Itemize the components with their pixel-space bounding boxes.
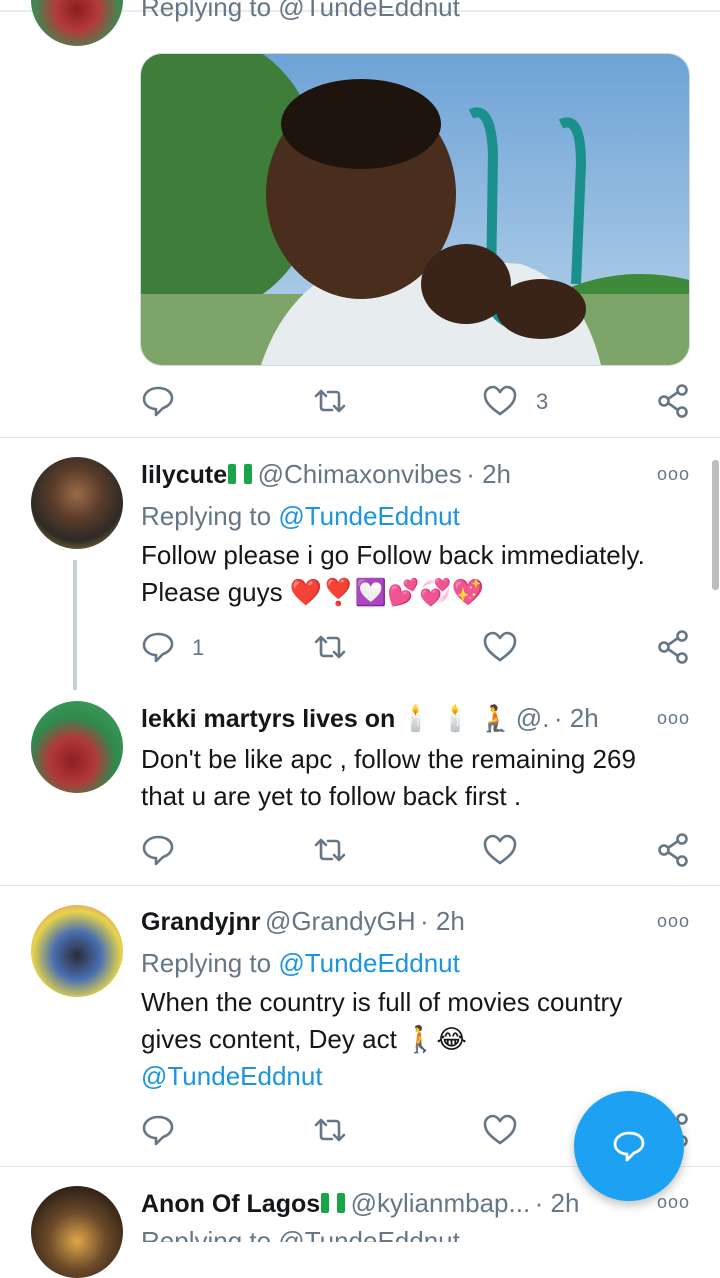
replying-prefix: Replying to <box>141 501 279 531</box>
tweet-header: lekki martyrs lives on 🕯️ 🕯️ 🧎 @. · 2h <box>141 703 599 734</box>
tweet-media-image[interactable] <box>140 53 690 366</box>
tweet-text: Follow please i go Follow back immediate… <box>141 537 701 611</box>
tweet-text-line: that u are yet to follow back first . <box>141 781 522 811</box>
replying-to-text[interactable]: Replying to @TundeEddnut <box>141 0 460 23</box>
more-icon[interactable]: ooo <box>657 464 690 485</box>
tweet-text: When the country is full of movies count… <box>141 984 701 1095</box>
share-icon[interactable] <box>655 832 691 868</box>
display-name[interactable]: Grandyjnr <box>141 908 260 936</box>
divider <box>0 885 720 886</box>
replying-to-text: Replying to @TundeEddnut <box>141 1226 460 1242</box>
compose-reply-icon <box>613 1131 645 1162</box>
scrollbar-thumb[interactable] <box>712 460 719 590</box>
nigeria-flag-icon <box>320 1192 346 1214</box>
retweet-icon[interactable] <box>312 832 348 868</box>
like-icon[interactable] <box>482 832 518 868</box>
user-handle[interactable]: @Chimaxonvibes <box>258 459 462 489</box>
tweet-time: · 2h <box>553 703 599 733</box>
retweet-icon[interactable] <box>312 383 348 419</box>
avatar[interactable] <box>31 701 123 793</box>
retweet-icon[interactable] <box>312 1112 348 1148</box>
tweet-header: Anon Of Lagos @kylianmbap... · 2h <box>141 1188 579 1219</box>
user-handle[interactable]: @. <box>516 703 550 733</box>
tweet-text-line: Please guys ❤️❣️💟💕💞💖 <box>141 577 485 607</box>
like-icon[interactable] <box>482 1112 518 1148</box>
display-name[interactable]: lekki martyrs lives on <box>141 705 395 733</box>
user-handle[interactable]: @GrandyGH <box>265 906 416 936</box>
tweet-text-line: When the country is full of movies count… <box>141 987 623 1017</box>
tweet-time: · 2h <box>534 1188 580 1218</box>
thread-line <box>73 560 77 690</box>
avatar[interactable] <box>31 1186 123 1278</box>
like-icon[interactable] <box>482 383 518 419</box>
reply-icon[interactable] <box>140 1112 176 1148</box>
user-handle[interactable]: @kylianmbap... <box>351 1188 531 1218</box>
mention-link[interactable]: @TundeEddnut <box>141 1058 701 1095</box>
replying-prefix: Replying to <box>141 948 279 978</box>
retweet-icon[interactable] <box>312 629 348 665</box>
avatar[interactable] <box>31 0 123 46</box>
more-icon[interactable]: ooo <box>657 708 690 729</box>
reply-icon[interactable] <box>140 383 176 419</box>
reply-icon[interactable] <box>140 629 176 665</box>
tweet-text-line: Don't be like apc , follow the remaining… <box>141 744 636 774</box>
tweet-text-line: Follow please i go Follow back immediate… <box>141 540 645 570</box>
hearts-emoji-icon: ❤️❣️💟💕💞💖 <box>289 577 485 607</box>
tweet-header: Grandyjnr @GrandyGH · 2h <box>141 906 465 937</box>
avatar[interactable] <box>31 457 123 549</box>
more-icon[interactable]: ooo <box>657 911 690 932</box>
walking-laughing-emoji-icon: 🚶😂 <box>404 1024 467 1054</box>
replying-to: Replying to @TundeEddnut <box>141 948 460 979</box>
candle-emoji-icon: 🕯️ 🕯️ 🧎 <box>399 703 512 733</box>
tweet-text-line: gives content, Dey act 🚶😂 <box>141 1024 467 1054</box>
reply-count: 1 <box>192 635 205 660</box>
display-name[interactable]: Anon Of Lagos <box>141 1190 320 1218</box>
compose-reply-button[interactable] <box>574 1091 684 1201</box>
avatar[interactable] <box>31 905 123 997</box>
share-icon[interactable] <box>655 629 691 665</box>
reply-icon[interactable] <box>140 832 176 868</box>
display-name[interactable]: lilycute <box>141 461 227 489</box>
mention-link[interactable]: @TundeEddnut <box>278 501 460 531</box>
mention-link[interactable]: @TundeEddnut <box>278 948 460 978</box>
tweet-time: · 2h <box>466 459 512 489</box>
divider <box>0 437 720 438</box>
replying-to: Replying to @TundeEddnut <box>141 501 460 532</box>
like-icon[interactable] <box>482 629 518 665</box>
more-icon[interactable]: ooo <box>657 1192 690 1213</box>
tweet-time: · 2h <box>420 906 465 936</box>
share-icon[interactable] <box>655 383 691 419</box>
nigeria-flag-icon <box>227 463 253 485</box>
tweet-text: Don't be like apc , follow the remaining… <box>141 741 701 815</box>
tweet-header: lilycute @Chimaxonvibes · 2h <box>141 459 511 490</box>
like-count: 3 <box>536 389 549 414</box>
